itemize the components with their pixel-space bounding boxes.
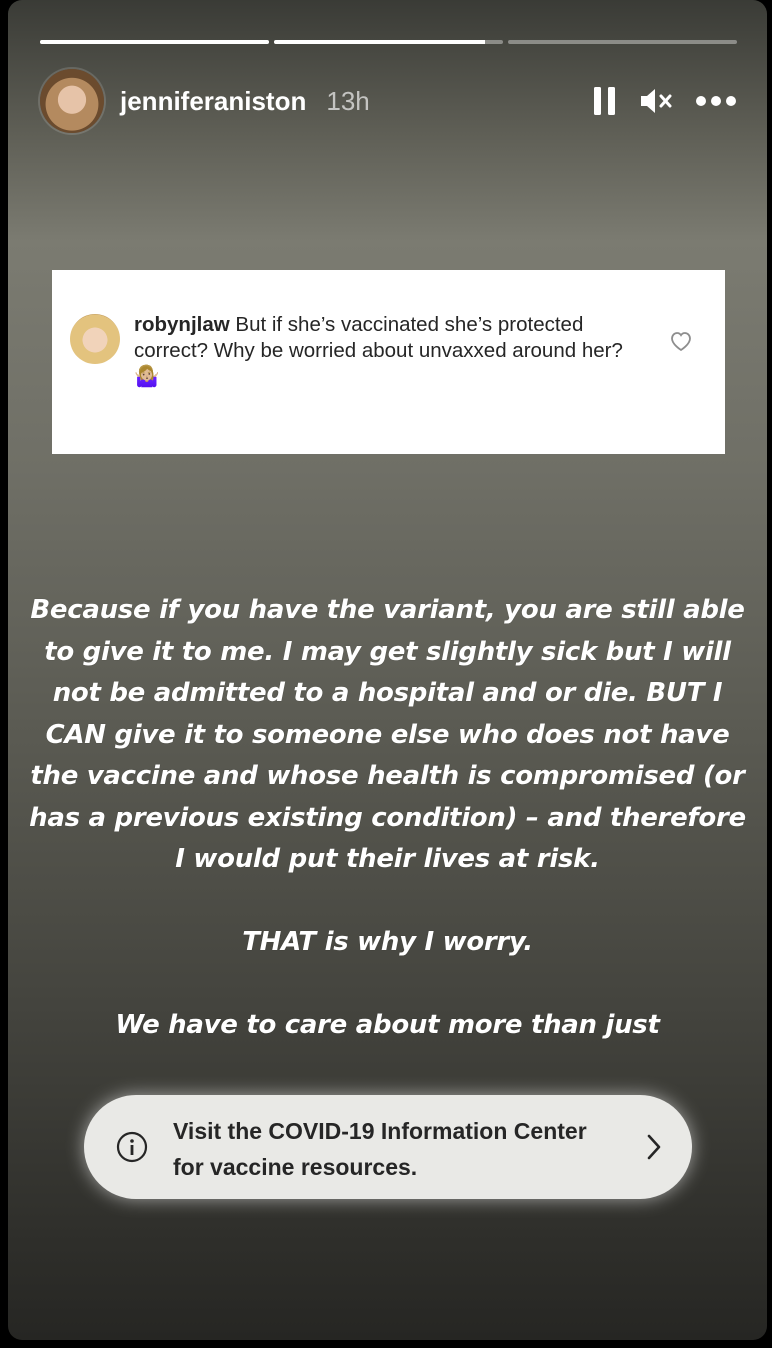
story-text-paragraph: We have to care about more than just [115, 1010, 660, 1040]
comment-text: robynjlaw But if she’s vaccinated she’s … [134, 312, 649, 390]
story-header: jenniferaniston 13h [40, 68, 737, 134]
commenter-avatar [70, 314, 120, 364]
progress-segment [274, 40, 503, 44]
more-icon[interactable] [695, 95, 737, 107]
chevron-right-icon [646, 1133, 662, 1166]
heart-icon [669, 330, 693, 357]
progress-segment [40, 40, 269, 44]
story-text-paragraph: THAT is why I worry. [242, 927, 533, 957]
info-banner-text: Visit the COVID-19 Information Center fo… [173, 1118, 587, 1180]
story-progress-bar [40, 40, 737, 44]
comment-screenshot-card: robynjlaw But if she’s vaccinated she’s … [52, 270, 725, 454]
progress-segment [508, 40, 737, 44]
info-icon [116, 1131, 148, 1168]
story-viewer[interactable]: jenniferaniston 13h robynjlaw But if she… [8, 0, 767, 1340]
story-text-paragraph: Because if you have the variant, you are… [29, 595, 746, 874]
post-time: 13h [326, 85, 370, 116]
story-text: Because if you have the variant, you are… [28, 590, 747, 1047]
mute-icon[interactable] [639, 85, 673, 117]
pause-icon[interactable] [593, 85, 617, 117]
story-controls [593, 85, 737, 117]
covid-info-banner[interactable]: Visit the COVID-19 Information Center fo… [84, 1095, 692, 1199]
username[interactable]: jenniferaniston [120, 86, 306, 117]
avatar[interactable] [40, 69, 104, 133]
commenter-username: robynjlaw [134, 313, 230, 336]
